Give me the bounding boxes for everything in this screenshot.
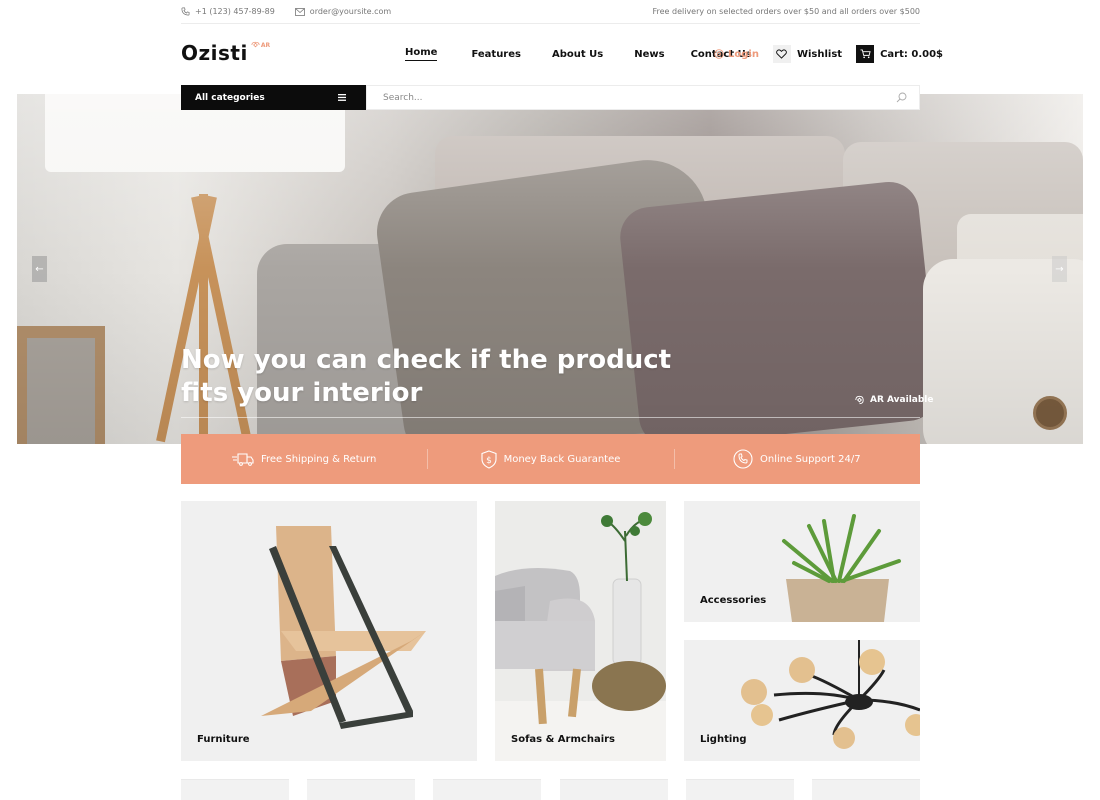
slider-prev-button[interactable]: ← bbox=[32, 256, 47, 282]
top-bar: +1 (123) 457-89-89 order@yoursite.com Fr… bbox=[181, 0, 920, 24]
nav-home[interactable]: Home bbox=[405, 47, 438, 61]
svg-text:$: $ bbox=[486, 456, 492, 466]
all-categories-button[interactable]: All categories bbox=[181, 85, 366, 110]
email-address: order@yoursite.com bbox=[309, 7, 392, 16]
feature-money-back: $ Money Back Guarantee bbox=[427, 434, 673, 484]
product-card-placeholder[interactable] bbox=[811, 779, 920, 800]
cart-icon bbox=[860, 49, 871, 59]
logo[interactable]: Ozisti AR bbox=[181, 40, 270, 66]
feature-online-support: Online Support 24/7 bbox=[673, 434, 920, 484]
hero-title-line: Now you can check if the product bbox=[181, 345, 672, 375]
category-tile-sofas-armchairs[interactable]: Sofas & Armchairs bbox=[495, 501, 666, 761]
arrow-left-icon: ← bbox=[35, 263, 44, 275]
features-bar: Free Shipping & Return $ Money Back Guar… bbox=[181, 434, 920, 484]
phone-contact[interactable]: +1 (123) 457-89-89 bbox=[181, 7, 275, 16]
hero-title-line: fits your interior bbox=[181, 378, 423, 408]
hamburger-icon bbox=[338, 94, 346, 101]
wishlist-icon-box bbox=[772, 45, 791, 63]
nav-news[interactable]: News bbox=[634, 49, 664, 60]
search-bar bbox=[366, 85, 920, 110]
wishlist-link[interactable]: Wishlist bbox=[772, 45, 842, 63]
all-categories-label: All categories bbox=[195, 92, 265, 103]
chair-image bbox=[261, 526, 426, 729]
product-card-placeholder[interactable] bbox=[559, 779, 668, 800]
category-tile-accessories[interactable]: Accessories bbox=[684, 501, 920, 622]
hero-slider: Now you can check if the product fits yo… bbox=[17, 94, 1083, 444]
ar-available-badge[interactable]: AR Available bbox=[853, 394, 934, 406]
product-card-placeholder[interactable] bbox=[307, 779, 416, 800]
product-row-preview bbox=[181, 779, 920, 800]
phone-icon bbox=[733, 449, 753, 469]
category-label: Lighting bbox=[700, 734, 747, 745]
slider-next-button[interactable]: → bbox=[1052, 256, 1067, 282]
header-actions: Login Wishlist Cart: 0.00$ bbox=[714, 44, 943, 64]
ar-cube-icon bbox=[855, 395, 864, 405]
feature-free-shipping: Free Shipping & Return bbox=[181, 434, 427, 484]
login-link[interactable]: Login bbox=[714, 49, 759, 60]
armchair-image bbox=[495, 512, 666, 761]
truck-icon bbox=[231, 452, 254, 466]
category-tile-furniture[interactable]: Furniture bbox=[181, 501, 477, 761]
email-contact[interactable]: order@yoursite.com bbox=[294, 7, 392, 16]
hero-title: Now you can check if the product fits yo… bbox=[181, 344, 671, 410]
phone-number: +1 (123) 457-89-89 bbox=[195, 7, 275, 16]
search-input[interactable] bbox=[383, 92, 863, 103]
user-at-icon bbox=[714, 49, 724, 59]
nav-features[interactable]: Features bbox=[471, 49, 521, 60]
phone-icon bbox=[181, 7, 190, 16]
ar-cube-icon bbox=[251, 41, 260, 48]
nav-about-us[interactable]: About Us bbox=[552, 49, 603, 60]
heart-icon bbox=[776, 49, 788, 59]
arrow-right-icon: → bbox=[1055, 263, 1064, 275]
product-card-placeholder[interactable] bbox=[181, 779, 289, 800]
hero-divider bbox=[181, 417, 920, 418]
category-label: Sofas & Armchairs bbox=[511, 734, 616, 745]
product-card-placeholder[interactable] bbox=[433, 779, 542, 800]
delivery-promo: Free delivery on selected orders over $5… bbox=[652, 7, 920, 16]
category-tile-lighting[interactable]: Lighting bbox=[684, 640, 920, 761]
category-label: Accessories bbox=[700, 595, 767, 606]
logo-wordmark: Ozisti bbox=[181, 41, 248, 65]
shield-dollar-icon: $ bbox=[481, 449, 497, 469]
logo-ar-badge: AR bbox=[250, 40, 270, 50]
cart-icon-box bbox=[856, 45, 875, 63]
product-card-placeholder[interactable] bbox=[685, 779, 794, 800]
category-label: Furniture bbox=[197, 734, 250, 745]
mail-icon bbox=[294, 7, 305, 16]
search-icon[interactable] bbox=[896, 92, 907, 103]
cart-link[interactable]: Cart: 0.00$ bbox=[856, 45, 943, 63]
